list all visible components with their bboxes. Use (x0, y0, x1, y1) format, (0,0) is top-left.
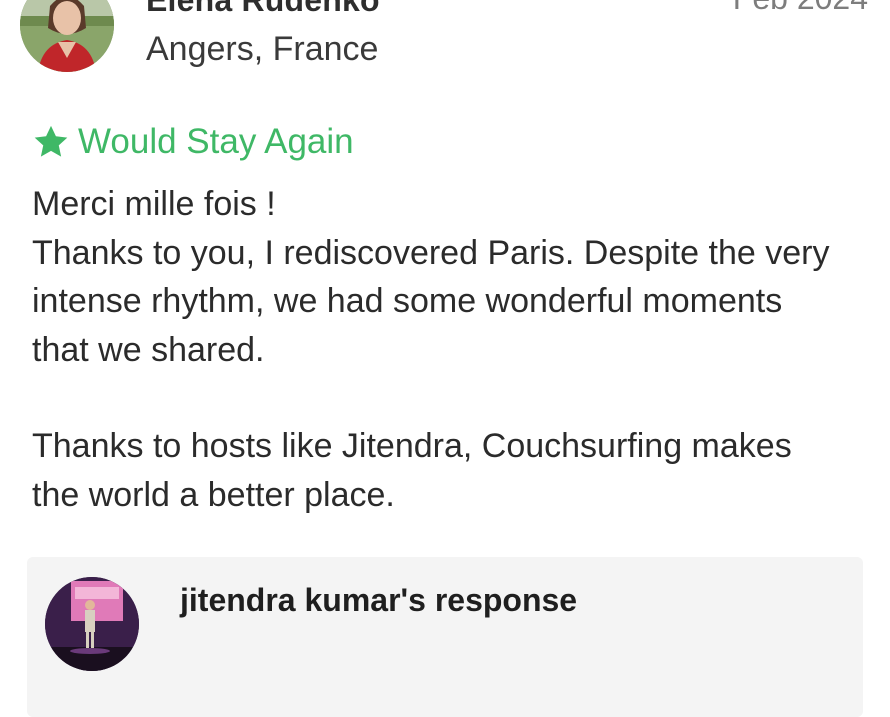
host-response-box: jitendra kumar's response (27, 557, 863, 717)
review-paragraph: Thanks to hosts like Jitendra, Couchsurf… (32, 427, 792, 514)
author-avatar[interactable] (20, 0, 114, 72)
recommendation-label: Would Stay Again (78, 122, 354, 161)
review-text: Merci mille fois ! Thanks to you, I redi… (32, 180, 832, 519)
responder-avatar[interactable] (45, 577, 139, 671)
review-card: Elena Rudenko Angers, France Feb 2024 Wo… (0, 0, 890, 717)
review-date: Feb 2024 (733, 0, 868, 17)
author-location: Angers, France (146, 30, 379, 68)
responder-photo (45, 577, 139, 671)
star-icon (34, 125, 68, 157)
author-name[interactable]: Elena Rudenko (146, 0, 380, 19)
response-title: jitendra kumar's response (180, 582, 578, 618)
author-photo (20, 0, 114, 72)
review-paragraph: Merci mille fois ! Thanks to you, I redi… (32, 185, 830, 369)
would-stay-again-badge: Would Stay Again (32, 120, 354, 164)
